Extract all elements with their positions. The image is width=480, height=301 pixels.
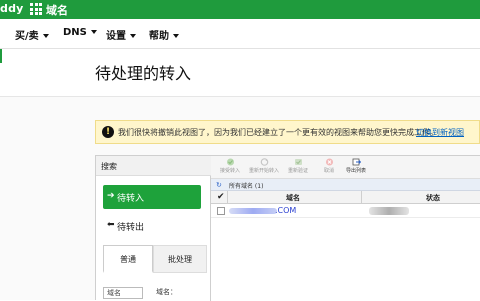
chevron-down-icon: [42, 34, 49, 38]
toolbar-button-label: 取消: [323, 168, 334, 174]
brand-logo-text[interactable]: ddy: [0, 2, 24, 15]
redacted-domain-name: [229, 208, 277, 214]
nav-item-label: 设置: [106, 31, 126, 42]
search-tabs: 普通 批处理: [103, 245, 207, 273]
top-app-bar: ddy 域名: [0, 0, 480, 19]
app-title[interactable]: 域名: [46, 2, 68, 18]
apps-grid-icon[interactable]: [30, 3, 42, 15]
arrow-right-icon: ➔: [107, 191, 115, 201]
restart-transfer-button[interactable]: 重新开始转入: [249, 158, 279, 178]
tab-batch[interactable]: 批处理: [153, 245, 207, 273]
chevron-down-icon: [173, 34, 179, 38]
sidebar-item-pending-in[interactable]: ➔ 待转入: [103, 185, 201, 209]
nav-item-buy-sell[interactable]: 买/卖: [15, 27, 49, 42]
toolbar-button-label: 重新开始转入: [249, 168, 280, 174]
toolbar-button-label: 重新验证: [287, 168, 308, 174]
chevron-down-icon: [90, 30, 97, 34]
restart-icon: [260, 158, 268, 166]
chevron-down-icon: [130, 34, 136, 38]
alert-message: 我们很快将撤销此视图了，因为我们已经建立了一个更有效的视图来帮助您更快完成工作。: [118, 128, 438, 137]
nav-item-settings[interactable]: 设置: [106, 27, 136, 42]
sidebar-item-label: 待转出: [117, 223, 145, 233]
search-field-label: 域名：: [156, 288, 177, 296]
nav-item-label: DNS: [63, 27, 87, 38]
nav-accent-bar: [0, 49, 2, 63]
domain-name-cell[interactable]: .COM: [275, 206, 296, 215]
tab-normal[interactable]: 普通: [103, 245, 153, 273]
sidebar-item-label: 待转入: [117, 194, 145, 204]
main-nav: 买/卖 DNS 设置 帮助: [0, 19, 480, 49]
grid-empty-area: [211, 218, 480, 301]
verify-icon: [294, 159, 302, 165]
search-field-select[interactable]: 域名: [103, 287, 143, 299]
nav-item-label: 帮助: [149, 31, 169, 42]
toolbar-button-label: 接受转入: [219, 168, 240, 174]
search-sidebar: 搜索 ➔ 待转入 ⬅ 待转出 普通 批处理 域名 域名：: [96, 156, 211, 301]
cancel-button[interactable]: 取消: [314, 158, 344, 178]
select-all-checkbox[interactable]: ✔: [217, 192, 225, 202]
search-field-value: 域名: [107, 289, 121, 297]
reverify-button[interactable]: 重新验证: [283, 158, 313, 178]
nav-item-dns[interactable]: DNS: [63, 27, 97, 38]
refresh-icon[interactable]: ↻: [216, 181, 222, 189]
arrow-left-icon: ⬅: [107, 220, 115, 230]
nav-item-help[interactable]: 帮助: [149, 27, 179, 42]
export-list-button[interactable]: 导出列表: [341, 158, 371, 178]
row-checkbox[interactable]: [217, 207, 225, 215]
table-header: ✔ 域名 状态: [211, 191, 480, 204]
column-divider: [227, 191, 228, 204]
cancel-icon: [325, 158, 333, 166]
sidebar-item-pending-out[interactable]: ⬅ 待转出: [103, 214, 201, 238]
search-title: 搜索: [101, 162, 117, 171]
column-header-domain[interactable]: 域名: [286, 193, 300, 203]
export-icon: [352, 158, 361, 166]
column-header-status[interactable]: 状态: [426, 193, 440, 203]
search-header: 搜索: [96, 156, 211, 176]
accept-icon: [226, 158, 234, 166]
page-title: 待处理的转入: [95, 64, 192, 83]
table-row[interactable]: .COM: [211, 204, 480, 218]
deprecation-alert: ! 我们很快将撤销此视图了，因为我们已经建立了一个更有效的视图来帮助您更快完成工…: [95, 120, 480, 144]
domain-grid: 接受转入 重新开始转入 重新验证 取消 导出列表 ↻ 所有域名 (1) ✔ 域名…: [211, 156, 480, 301]
group-row-all-domains[interactable]: ↻ 所有域名 (1): [211, 179, 480, 191]
group-label: 所有域名 (1): [229, 183, 264, 190]
switch-view-link[interactable]: 切换到新视图: [416, 127, 464, 138]
grid-toolbar: 接受转入 重新开始转入 重新验证 取消 导出列表: [211, 156, 480, 179]
info-icon: !: [102, 126, 114, 138]
nav-item-label: 买/卖: [15, 31, 39, 42]
redacted-status: [369, 207, 409, 215]
transfer-panel: 搜索 ➔ 待转入 ⬅ 待转出 普通 批处理 域名 域名： 接受转入 重新开始转入…: [95, 155, 480, 301]
toolbar-button-label: 导出列表: [345, 168, 366, 174]
accept-transfer-button[interactable]: 接受转入: [215, 158, 245, 178]
column-divider: [361, 191, 362, 204]
